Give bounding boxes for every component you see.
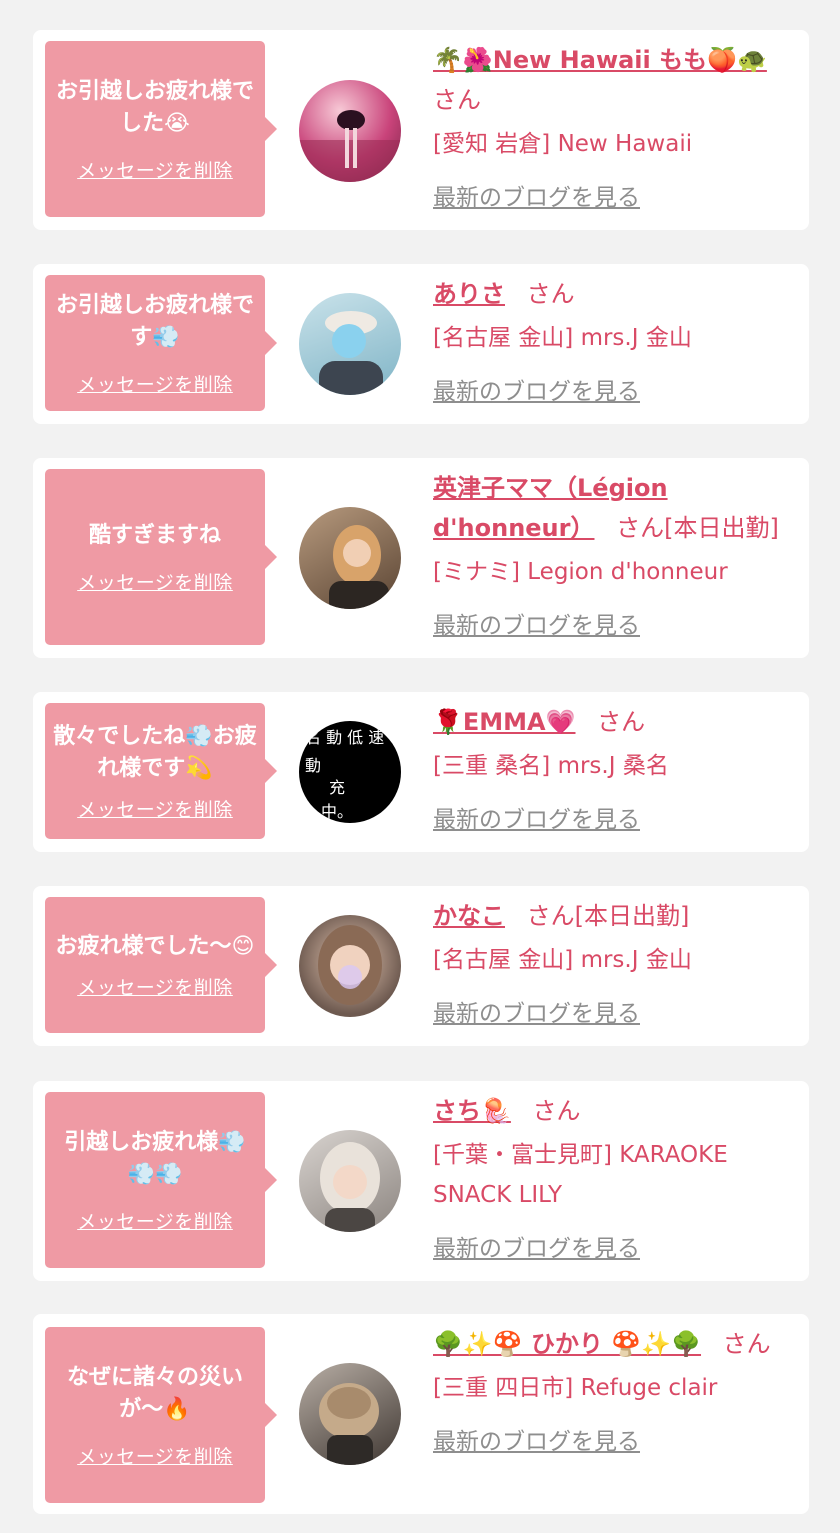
profile-info: 英津子ママ（Légion d'honneur） さん[本日出勤] [ミナミ] L… <box>433 468 785 640</box>
delete-message-link[interactable]: メッセージを削除 <box>77 1442 233 1469</box>
message-bubble: 酷すぎますね メッセージを削除 <box>45 469 265 645</box>
honorific: さん <box>526 280 575 308</box>
avatar[interactable] <box>299 507 401 609</box>
name-suffix: [本日出勤] <box>664 514 779 542</box>
message-card: 酷すぎますね メッセージを削除 英津子ママ（Légion d'honneur） … <box>33 458 809 658</box>
message-card: なぜに諸々の災いが〜🔥 メッセージを削除 🌳✨🍄 ひかり 🍄✨🌳 さん [三重 … <box>33 1314 809 1514</box>
message-bubble: 引越しお疲れ様💨💨💨 メッセージを削除 <box>45 1092 265 1268</box>
latest-blog-link[interactable]: 最新のブログを見る <box>433 1422 640 1456</box>
latest-blog-link[interactable]: 最新のブログを見る <box>433 994 640 1028</box>
message-card: 散々でしたね💨お疲れ様です💫 メッセージを削除 名 動 低 速 動 充 中。 🌹… <box>33 692 809 852</box>
message-bubble: 散々でしたね💨お疲れ様です💫 メッセージを削除 <box>45 703 265 839</box>
avatar[interactable] <box>299 1363 401 1465</box>
honorific: さん <box>433 86 481 114</box>
profile-name-link[interactable]: ありさ <box>433 280 505 308</box>
message-text: なぜに諸々の災いが〜🔥 <box>66 1364 243 1422</box>
shop-label: [愛知 岩倉] New Hawaii <box>433 131 693 157</box>
delete-message-link[interactable]: メッセージを削除 <box>77 1207 233 1234</box>
message-text: お引越しお疲れ様でした😭 <box>55 78 254 136</box>
profile-info: かなこ さん[本日出勤] [名古屋 金山] mrs.J 金山 最新のブログを見る <box>433 896 785 1028</box>
name-suffix: [本日出勤] <box>574 902 690 930</box>
avatar-photo <box>299 110 401 182</box>
message-list: お引越しお疲れ様でした😭 メッセージを削除 🌴🌺New Hawaii もも🍑🐢 … <box>0 0 840 1533</box>
delete-message-link[interactable]: メッセージを削除 <box>77 973 233 1000</box>
avatar-photo <box>319 311 383 395</box>
profile-info: 🌴🌺New Hawaii もも🍑🐢 さん [愛知 岩倉] New Hawaii … <box>433 40 785 212</box>
shop-label: [三重 四日市] Refuge clair <box>433 1375 718 1401</box>
message-text: お引越しお疲れ様です💨 <box>55 292 254 350</box>
profile-name-link[interactable]: さち🪼 <box>433 1097 511 1125</box>
message-bubble: お引越しお疲れ様でした😭 メッセージを削除 <box>45 41 265 217</box>
avatar-photo <box>320 1142 380 1232</box>
message-card: 引越しお疲れ様💨💨💨 メッセージを削除 さち🪼 さん [千葉・富士見町] KAR… <box>33 1081 809 1281</box>
honorific: さん <box>597 708 646 736</box>
message-bubble: お疲れ様でした〜😊 メッセージを削除 <box>45 897 265 1033</box>
avatar[interactable]: 名 動 低 速 動 充 中。 <box>299 721 401 823</box>
shop-label: [名古屋 金山] mrs.J 金山 <box>433 947 692 973</box>
message-text: お疲れ様でした〜😊 <box>55 933 255 959</box>
avatar-photo <box>318 925 382 1005</box>
honorific: さん <box>526 902 575 930</box>
message-text: 散々でしたね💨お疲れ様です💫 <box>53 723 257 781</box>
honorific: さん <box>616 514 665 542</box>
shop-label: [名古屋 金山] mrs.J 金山 <box>433 325 692 351</box>
delete-message-link[interactable]: メッセージを削除 <box>77 370 233 397</box>
svg-text:動: 動 <box>305 756 321 775</box>
avatar[interactable] <box>299 293 401 395</box>
shop-label: [ミナミ] Legion d'honneur <box>433 559 728 585</box>
avatar-photo: 名 動 低 速 動 充 中。 <box>305 728 384 821</box>
message-bubble: お引越しお疲れ様です💨 メッセージを削除 <box>45 275 265 411</box>
honorific: さん <box>532 1097 581 1125</box>
profile-name-link[interactable]: 🌴🌺New Hawaii もも🍑🐢 <box>433 46 767 74</box>
avatar-photo <box>329 525 389 609</box>
message-text: 酷すぎますね <box>88 522 221 548</box>
honorific: さん <box>722 1330 771 1358</box>
latest-blog-link[interactable]: 最新のブログを見る <box>433 178 640 212</box>
message-text: 引越しお疲れ様💨💨💨 <box>64 1129 246 1187</box>
profile-name-link[interactable]: かなこ <box>433 902 505 930</box>
svg-text:充: 充 <box>329 778 345 797</box>
svg-text:中。: 中。 <box>321 802 353 821</box>
message-card: お引越しお疲れ様です💨 メッセージを削除 ありさ さん [名古屋 金山] mrs… <box>33 264 809 424</box>
latest-blog-link[interactable]: 最新のブログを見る <box>433 372 640 406</box>
shop-label: [千葉・富士見町] KARAOKE SNACK LILY <box>433 1142 728 1208</box>
avatar[interactable] <box>299 915 401 1017</box>
message-card: お引越しお疲れ様でした😭 メッセージを削除 🌴🌺New Hawaii もも🍑🐢 … <box>33 30 809 230</box>
message-card: お疲れ様でした〜😊 メッセージを削除 かなこ さん[本日出勤] [名古屋 金山]… <box>33 886 809 1046</box>
latest-blog-link[interactable]: 最新のブログを見る <box>433 800 640 834</box>
avatar[interactable] <box>299 1130 401 1232</box>
shop-label: [三重 桑名] mrs.J 桑名 <box>433 753 669 779</box>
profile-info: さち🪼 さん [千葉・富士見町] KARAOKE SNACK LILY 最新のブ… <box>433 1091 785 1263</box>
avatar[interactable] <box>299 80 401 182</box>
svg-text:名 動 低 速: 名 動 低 速 <box>305 728 384 747</box>
avatar-photo <box>319 1383 379 1465</box>
latest-blog-link[interactable]: 最新のブログを見る <box>433 606 640 640</box>
profile-info: 🌳✨🍄 ひかり 🍄✨🌳 さん [三重 四日市] Refuge clair 最新の… <box>433 1324 785 1456</box>
profile-name-link[interactable]: 🌹EMMA💗 <box>433 708 576 736</box>
delete-message-link[interactable]: メッセージを削除 <box>77 568 233 595</box>
latest-blog-link[interactable]: 最新のブログを見る <box>433 1229 640 1263</box>
message-bubble: なぜに諸々の災いが〜🔥 メッセージを削除 <box>45 1327 265 1503</box>
profile-name-link[interactable]: 🌳✨🍄 ひかり 🍄✨🌳 <box>433 1330 701 1358</box>
delete-message-link[interactable]: メッセージを削除 <box>77 795 233 822</box>
profile-info: ありさ さん [名古屋 金山] mrs.J 金山 最新のブログを見る <box>433 274 785 406</box>
delete-message-link[interactable]: メッセージを削除 <box>77 156 233 183</box>
profile-info: 🌹EMMA💗 さん [三重 桑名] mrs.J 桑名 最新のブログを見る <box>433 702 785 834</box>
